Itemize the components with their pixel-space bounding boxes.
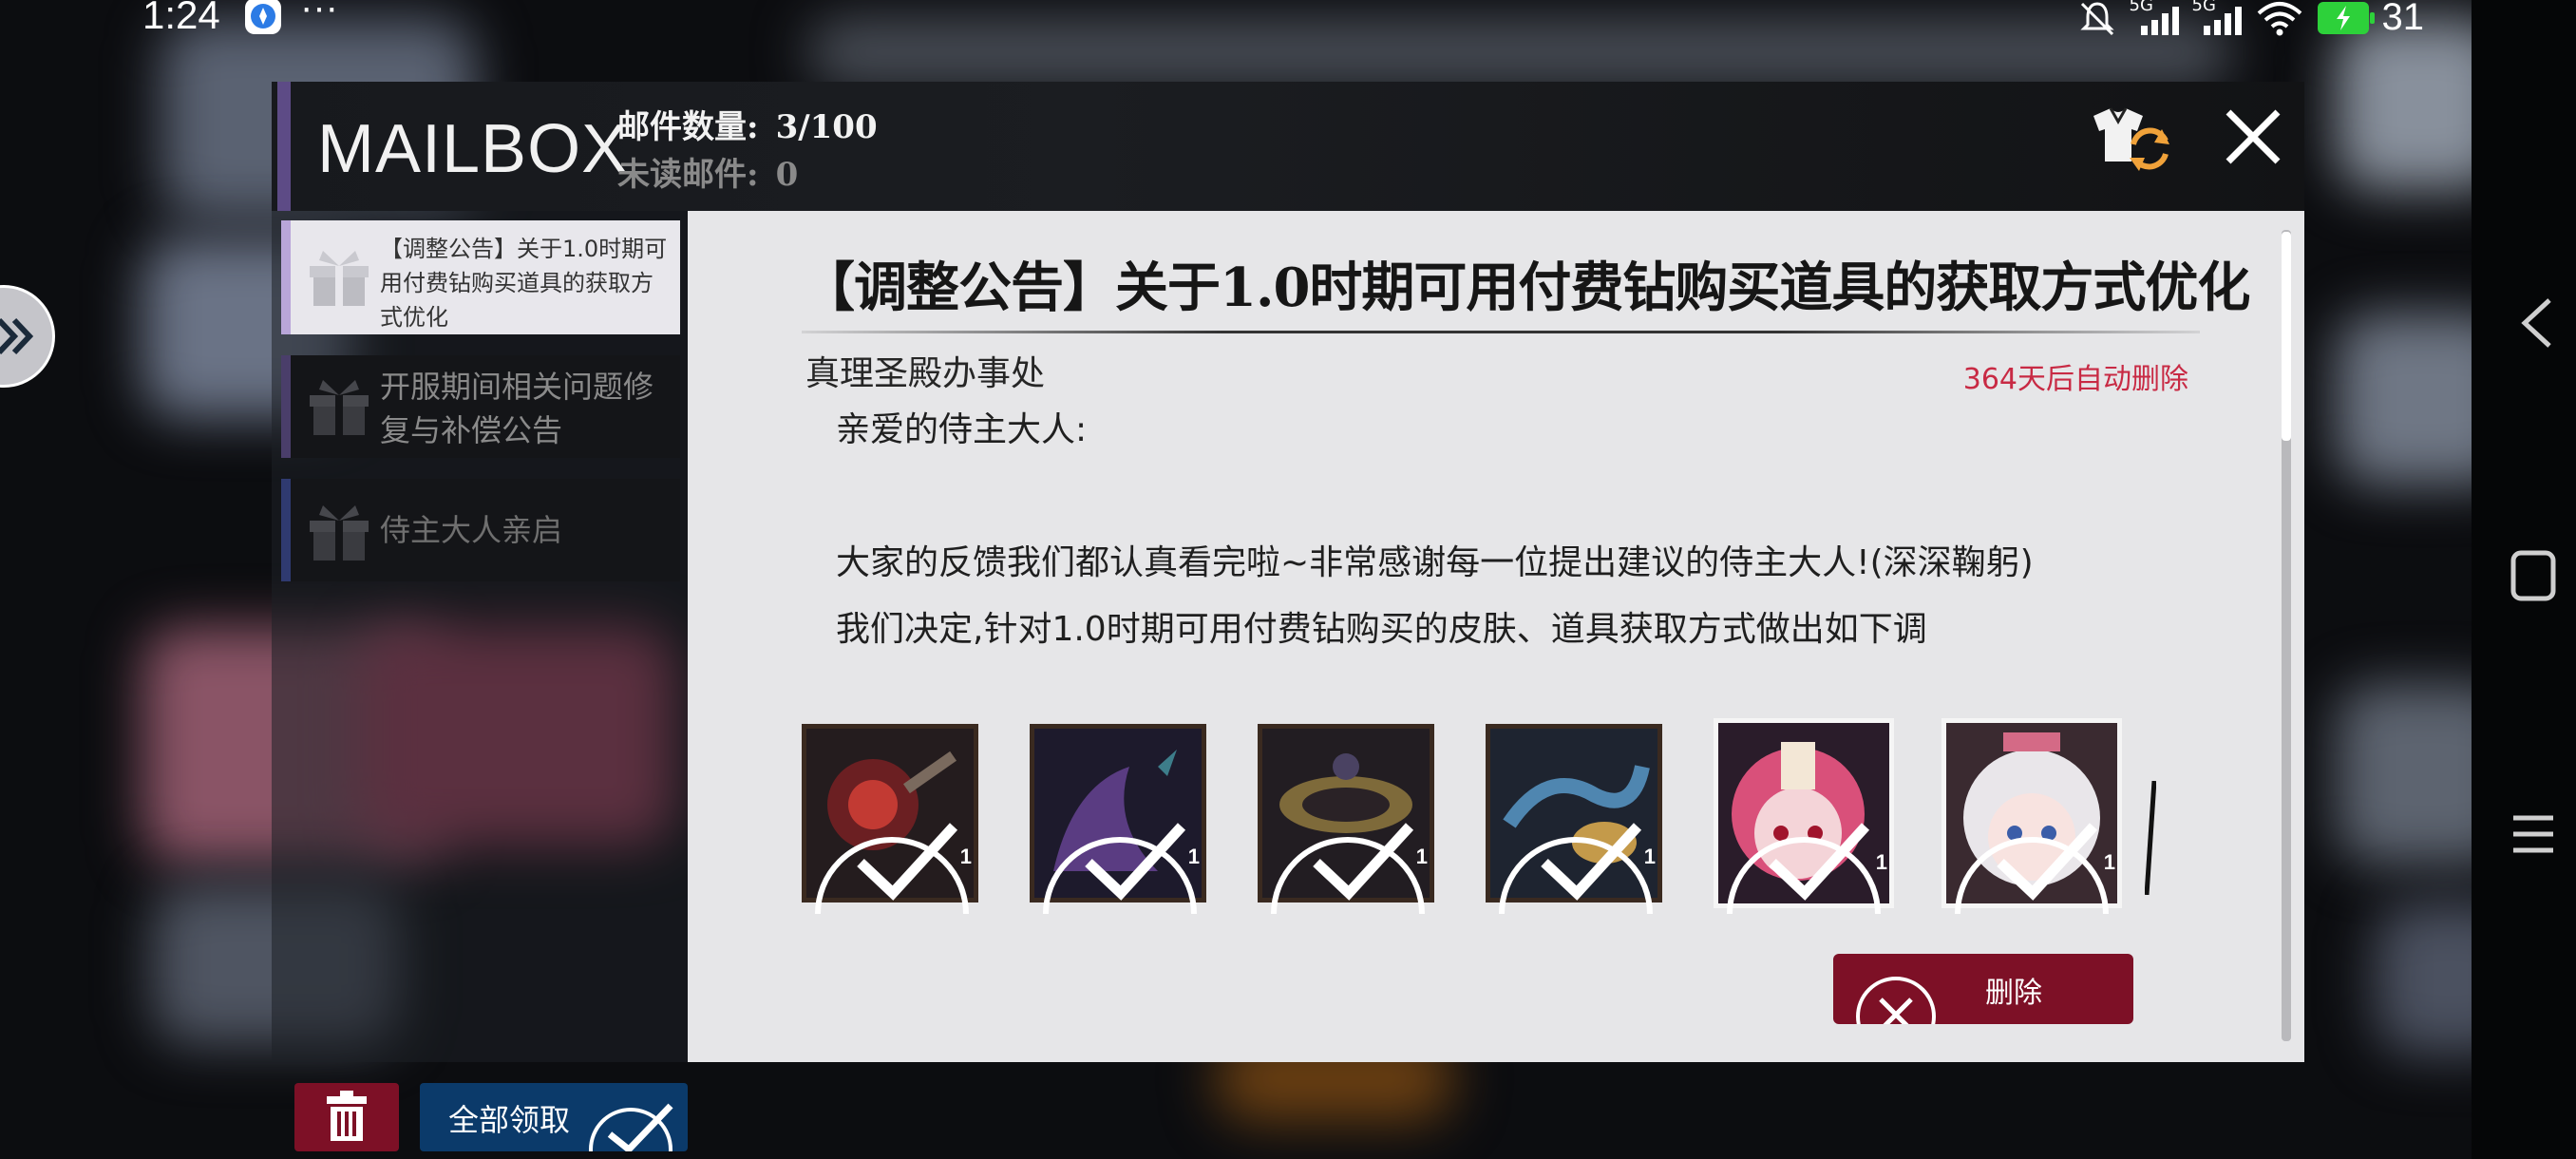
status-time: 1:24 <box>142 0 220 37</box>
scrollbar-thumb[interactable] <box>2282 232 2291 441</box>
double-chevron-right-icon <box>0 317 34 355</box>
battery-level: 31 <box>2381 0 2425 38</box>
signal-icon: 5G <box>2130 0 2179 35</box>
claim-all-button[interactable]: 全部领取 <box>420 1083 688 1151</box>
mail-body-line: 大家的反馈我们都认真看完啦~非常感谢每一位提出建议的侍主大人!(深深鞠躬) <box>836 543 2034 582</box>
mail-list: 【调整公告】关于1.0时期可用付费钻购买道具的获取方式优化 开服期间相关问题修复… <box>272 211 688 1151</box>
nav-menu-icon[interactable] <box>2510 806 2557 872</box>
mail-count: 邮件数量: 3/100 <box>617 101 878 147</box>
title-divider <box>802 331 2200 333</box>
app-notification-icon <box>245 0 281 34</box>
delete-label: 删除 <box>1985 977 2042 1010</box>
mail-count-label: 邮件数量: <box>617 108 759 146</box>
unread-count-value: 0 <box>775 156 799 194</box>
signal-icon: 5G <box>2192 0 2242 35</box>
mail-content-panel: 【调整公告】关于1.0时期可用付费钻购买道具的获取方式优化 真理圣殿办事处 36… <box>688 211 2304 1062</box>
mail-count-value: 3/100 <box>775 108 878 146</box>
delete-x-icon <box>1856 977 1936 1024</box>
unread-count: 未读邮件: 0 <box>617 148 798 195</box>
nav-back-icon[interactable] <box>2515 294 2557 366</box>
shirt-refresh-icon <box>2093 107 2169 171</box>
mute-bell-icon <box>2079 1 2114 35</box>
mailbox-title: MAILBOX <box>317 111 629 187</box>
trash-icon <box>327 1091 367 1141</box>
mail-sender: 真理圣殿办事处 <box>805 354 1046 393</box>
close-icon <box>2226 109 2281 164</box>
close-button[interactable] <box>2217 101 2289 173</box>
claim-all-label: 全部领取 <box>448 1102 571 1138</box>
mail-expire-notice: 364天后自动删除 <box>1962 363 2188 396</box>
status-bar: 1:24 ··· 5G 5G 31 <box>0 0 2576 38</box>
unread-count-label: 未读邮件: <box>617 156 759 194</box>
battery-charging-icon <box>2317 1 2375 34</box>
mail-list-item-title: 侍主大人亲启 <box>380 512 563 548</box>
check-icon <box>589 1103 673 1151</box>
status-more: ··· <box>300 0 338 28</box>
rewards-claimed-overlay <box>815 823 2109 914</box>
wifi-icon <box>2257 1 2301 35</box>
gift-icon <box>310 380 369 435</box>
mail-list-item[interactable]: 开服期间相关问题修复与补偿公告 <box>281 355 680 458</box>
mail-list-item[interactable]: 侍主大人亲启 <box>281 479 680 581</box>
mail-body-line: 亲爱的侍主大人: <box>836 410 1088 449</box>
mail-body: 亲爱的侍主大人: 大家的反馈我们都认真看完啦~非常感谢每一位提出建议的侍主大人!… <box>836 397 2118 663</box>
mail-list-item-title: 开服期间相关问题修复与补偿公告 <box>380 369 654 448</box>
gift-icon <box>310 251 369 306</box>
mail-title: 【调整公告】关于1.0时期可用付费钻购买道具的获取方式优化 <box>802 256 2250 319</box>
mailbox-window: MAILBOX 邮件数量: 3/100 未读邮件: 0 【调整公告】关于1.0时… <box>272 82 2304 1151</box>
mail-body-line: 我们决定,针对1.0时期可用付费钻购买的皮肤、道具获取方式做出如下调 <box>836 610 1927 649</box>
gift-icon <box>310 505 369 560</box>
delete-button[interactable]: 删除 <box>1833 954 2133 1024</box>
mail-body-line <box>836 464 2118 530</box>
reward-list-overflow-edge <box>2145 781 2156 895</box>
mail-list-item-title: 【调整公告】关于1.0时期可用付费钻购买道具的获取方式优化 <box>380 236 668 331</box>
delete-all-button[interactable] <box>294 1083 399 1151</box>
nav-home-icon[interactable] <box>2510 549 2557 617</box>
mailbox-header: MAILBOX 邮件数量: 3/100 未读邮件: 0 <box>272 82 2304 211</box>
mail-list-item[interactable]: 【调整公告】关于1.0时期可用付费钻购买道具的获取方式优化 <box>281 220 680 334</box>
skin-switch-button[interactable] <box>2084 103 2171 177</box>
